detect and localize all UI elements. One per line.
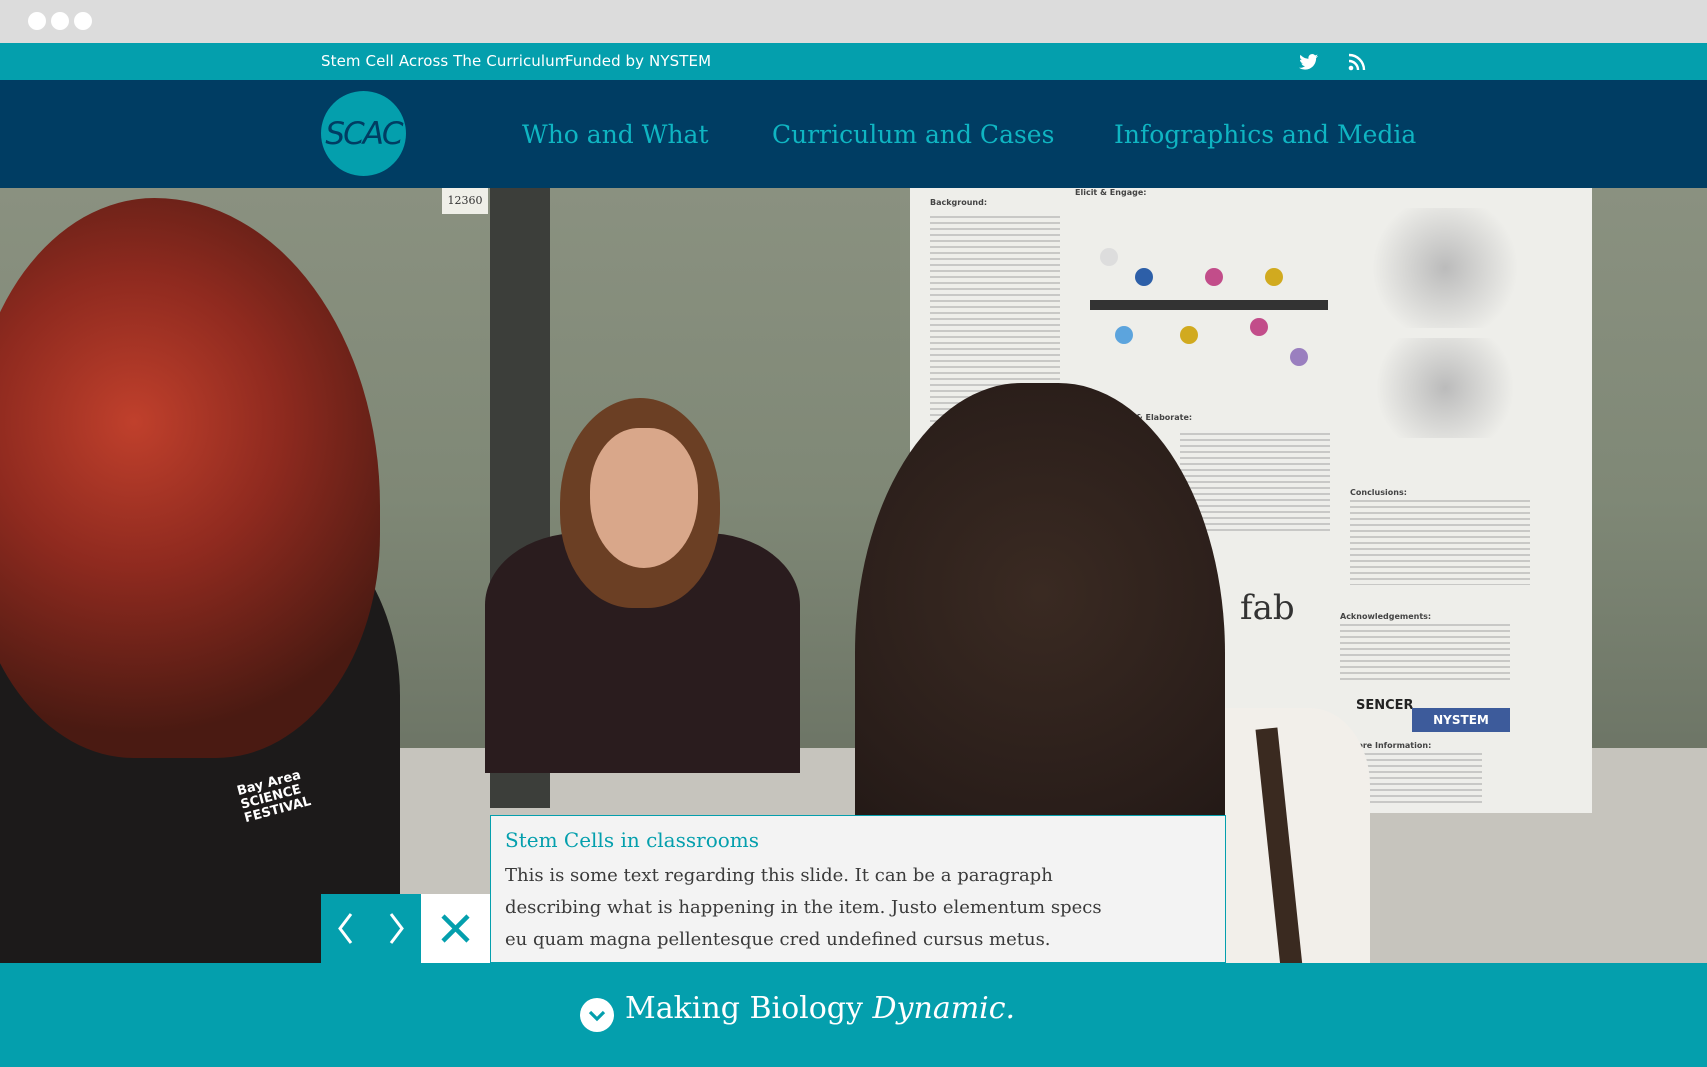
poster-dot bbox=[1265, 268, 1283, 286]
twitter-icon[interactable] bbox=[1298, 52, 1320, 72]
poster-timeline bbox=[1090, 300, 1328, 310]
funded-by-link[interactable]: Funded by NYSTEM bbox=[565, 52, 711, 70]
poster-figure bbox=[1360, 208, 1530, 328]
chevron-left-icon bbox=[338, 913, 353, 944]
poster-dot bbox=[1290, 348, 1308, 366]
nav-item-curriculum-and-cases[interactable]: Curriculum and Cases bbox=[772, 120, 1054, 149]
poster-text-block bbox=[1350, 500, 1530, 585]
poster-heading: Conclusions: bbox=[1350, 488, 1407, 497]
site-title-link[interactable]: Stem Cell Across The Curriculum bbox=[321, 52, 570, 70]
top-bar: Stem Cell Across The Curriculum Funded b… bbox=[0, 43, 1707, 80]
close-icon bbox=[441, 914, 470, 943]
tagline-emphasis: Dynamic. bbox=[872, 991, 1016, 1026]
main-nav: SCAC Who and What Curriculum and Cases I… bbox=[0, 80, 1707, 188]
poster-nystem-logo: NYSTEM bbox=[1412, 708, 1510, 732]
window-chrome bbox=[0, 0, 1707, 43]
poster-dot bbox=[1205, 268, 1223, 286]
chevron-right-icon bbox=[389, 913, 404, 944]
poster-sencer-logo: SENCER bbox=[1356, 698, 1414, 713]
poster-dot bbox=[1100, 248, 1118, 266]
slide-caption: Stem Cells in classrooms This is some te… bbox=[490, 815, 1226, 963]
booth-number-tag: 12360 bbox=[442, 188, 488, 214]
poster-dot bbox=[1180, 326, 1198, 344]
poster-heading: Acknowledgements: bbox=[1340, 612, 1432, 621]
poster-text-block bbox=[1340, 624, 1510, 684]
presenter-hair bbox=[0, 198, 380, 758]
poster-fab-logo: fab bbox=[1240, 588, 1295, 628]
nav-item-who-and-what[interactable]: Who and What bbox=[522, 120, 709, 149]
poster-dot bbox=[1115, 326, 1133, 344]
slide-caption-text: This is some text regarding this slide. … bbox=[505, 865, 1102, 950]
poster-dot bbox=[1135, 268, 1153, 286]
poster-figure bbox=[1360, 338, 1530, 438]
window-dot-minimize[interactable] bbox=[51, 12, 69, 30]
rss-icon[interactable] bbox=[1347, 52, 1369, 72]
tagline-bar: Making Biology Dynamic. bbox=[0, 963, 1707, 1067]
window-dot-maximize[interactable] bbox=[74, 12, 92, 30]
poster-heading: Elicit & Engage: bbox=[1075, 188, 1147, 197]
window-dot-close[interactable] bbox=[28, 12, 46, 30]
tagline-plain: Making Biology bbox=[625, 991, 873, 1026]
site-logo[interactable]: SCAC bbox=[321, 91, 406, 176]
nav-item-infographics-and-media[interactable]: Infographics and Media bbox=[1114, 120, 1416, 149]
slide-caption-title: Stem Cells in classrooms bbox=[505, 828, 760, 852]
prev-slide-button[interactable] bbox=[321, 894, 371, 963]
chevron-down-circle-icon[interactable] bbox=[580, 998, 614, 1032]
close-caption-button[interactable] bbox=[421, 894, 490, 963]
poster-dot bbox=[1250, 318, 1268, 336]
next-slide-button[interactable] bbox=[371, 894, 421, 963]
student-face bbox=[590, 428, 698, 568]
logo-text: SCAC bbox=[325, 115, 403, 152]
poster-heading: Background: bbox=[930, 198, 988, 207]
tagline: Making Biology Dynamic. bbox=[625, 991, 1015, 1026]
